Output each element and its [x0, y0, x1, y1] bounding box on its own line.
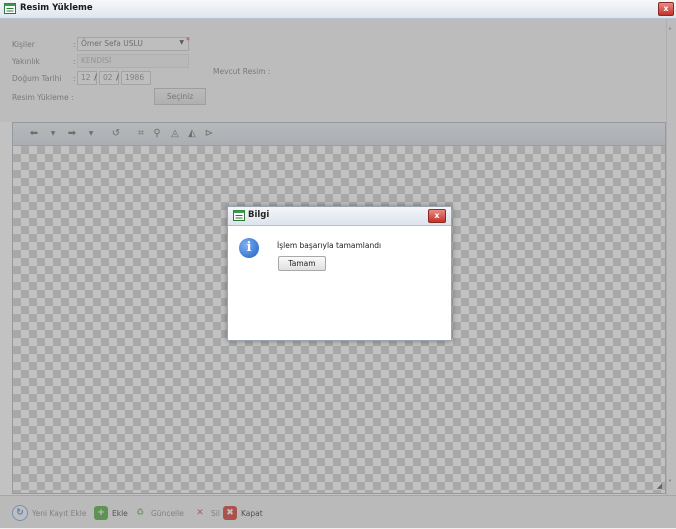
dialog-title: Bilgi — [248, 210, 270, 220]
window-close-button[interactable]: x — [658, 2, 674, 16]
tamam-button[interactable]: Tamam — [278, 256, 326, 271]
form-icon — [233, 210, 245, 221]
window-title: Resim Yükleme — [20, 3, 93, 13]
close-icon: x — [434, 211, 440, 220]
info-icon: i — [239, 238, 259, 258]
window-titlebar: Resim Yükleme x — [0, 0, 676, 19]
info-dialog: Bilgi x i İşlem başarıyla tamamlandı Tam… — [227, 206, 452, 341]
dialog-close-button[interactable]: x — [428, 209, 446, 223]
close-icon: x — [663, 4, 669, 13]
info-glyph: i — [246, 240, 252, 255]
form-icon — [4, 3, 16, 14]
dialog-titlebar: Bilgi x — [228, 207, 451, 226]
tamam-label: Tamam — [288, 259, 316, 268]
dialog-message: İşlem başarıyla tamamlandı — [277, 241, 382, 250]
